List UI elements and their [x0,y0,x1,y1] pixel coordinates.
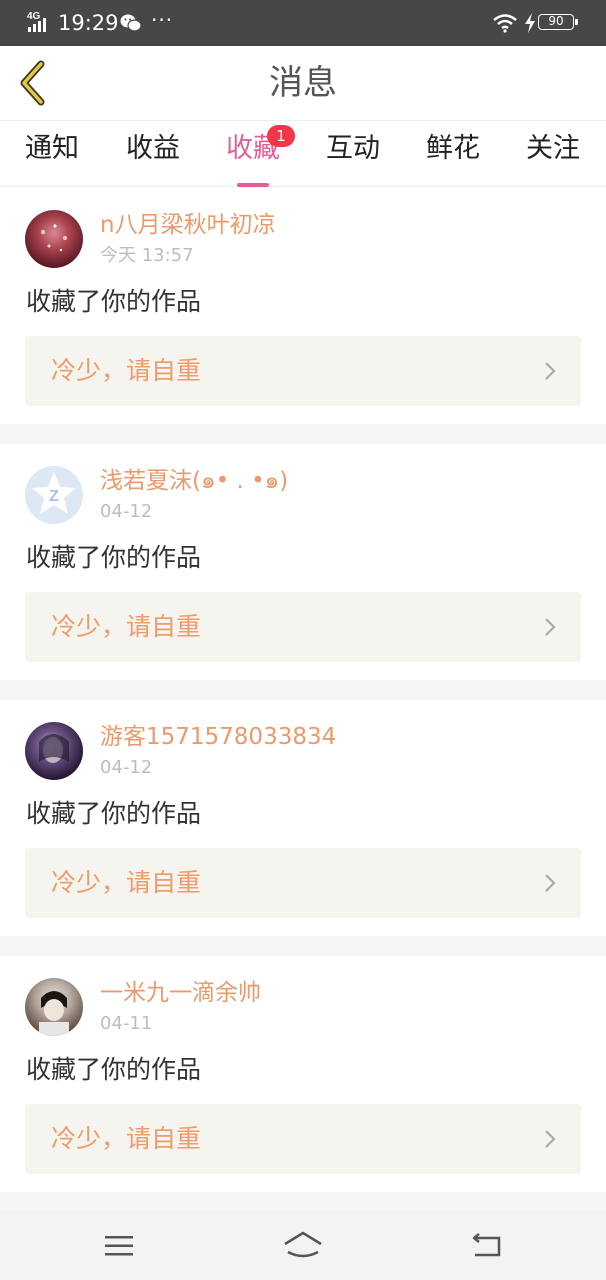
work-title: 冷少，请自重 [51,612,202,641]
avatar[interactable] [25,978,83,1036]
work-link[interactable]: 冷少，请自重 [25,848,581,918]
work-link[interactable]: 冷少，请自重 [25,1104,581,1174]
work-link[interactable]: 冷少，请自重 [25,592,581,662]
tab-label: 关注 [526,133,580,164]
network-label: 4G [27,11,41,22]
tab-favorites[interactable]: 收藏 1 [213,125,295,187]
tab-label: 收益 [126,133,180,164]
chevron-right-icon [545,618,556,636]
home-icon[interactable] [278,1228,328,1264]
list-item: n八月梁秋叶初凉 今天 13:57 收藏了你的作品 冷少，请自重 [0,188,606,424]
tab-label: 鲜花 [426,133,480,164]
chevron-right-icon [545,874,556,892]
timestamp: 04-12 [100,501,153,522]
list-item: 游客1571578033834 04-12 收藏了你的作品 冷少，请自重 [0,700,606,936]
timestamp: 04-12 [100,757,153,778]
clock: 19:29 [58,11,119,35]
username[interactable]: 一米九一滴余帅 [100,978,261,1008]
username[interactable]: n八月梁秋叶初凉 [100,210,276,240]
timestamp: 04-11 [100,1013,153,1034]
wechat-icon [120,14,142,32]
chevron-right-icon [545,1130,556,1148]
app-header: 消息 [0,46,606,121]
menu-icon[interactable] [94,1228,144,1264]
status-bar: 4G 19:29 ··· 90 [0,0,606,46]
tab-bar: 通知 收益 收藏 1 互动 鲜花 关注 [0,121,606,187]
username[interactable]: 游客1571578033834 [100,722,336,752]
battery-level: 90 [548,14,564,28]
tab-flowers[interactable]: 鲜花 [413,131,493,167]
avatar[interactable]: Z [25,466,83,524]
timestamp: 今天 13:57 [100,245,194,266]
work-title: 冷少，请自重 [51,868,202,897]
tab-notifications[interactable]: 通知 [12,131,92,167]
default-avatar-icon: Z [32,472,76,514]
page-title: 消息 [269,63,337,103]
chevron-right-icon [545,362,556,380]
wifi-icon [493,14,517,33]
unread-badge: 1 [267,125,295,147]
avatar[interactable] [25,210,83,268]
avatar[interactable] [25,722,83,780]
tab-follows[interactable]: 关注 [513,131,593,167]
list-item: Z 浅若夏沫(๑• . •๑) 04-12 收藏了你的作品 冷少，请自重 [0,444,606,680]
tab-label: 互动 [326,133,380,164]
charging-icon [525,13,535,33]
work-link[interactable]: 冷少，请自重 [25,336,581,406]
active-tab-indicator [237,183,269,187]
svg-text:Z: Z [49,488,59,505]
username[interactable]: 浅若夏沫(๑• . •๑) [100,466,288,496]
more-notifications-icon: ··· [151,8,174,32]
tab-earnings[interactable]: 收益 [113,131,193,167]
action-text: 收藏了你的作品 [26,543,202,572]
action-text: 收藏了你的作品 [26,799,202,828]
action-text: 收藏了你的作品 [26,1055,202,1084]
signal-icon: 4G [27,11,46,32]
back-nav-icon[interactable] [462,1228,512,1264]
action-text: 收藏了你的作品 [26,287,202,316]
tab-label: 通知 [25,133,79,164]
tab-interactions[interactable]: 互动 [313,131,393,167]
work-title: 冷少，请自重 [51,356,202,385]
battery-icon: 90 [538,14,578,30]
list-item: 一米九一滴余帅 04-11 收藏了你的作品 冷少，请自重 [0,956,606,1192]
system-nav-bar [0,1210,606,1280]
work-title: 冷少，请自重 [51,1124,202,1153]
